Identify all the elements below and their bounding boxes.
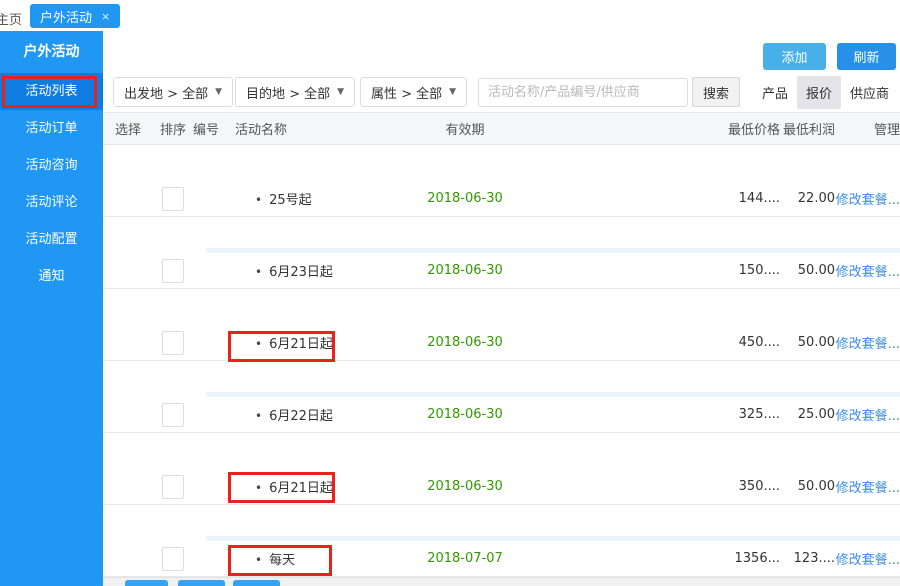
min-profit: 50.00 — [780, 335, 835, 350]
top-tab-bar: 主页 户外活动 × — [0, 0, 900, 31]
min-profit: 50.00 — [780, 263, 835, 278]
min-price: 350.... — [575, 479, 780, 494]
tab-supplier[interactable]: 供应商 — [841, 76, 898, 109]
edit-package-link[interactable]: 修改套餐... — [836, 481, 900, 496]
chevron-down-icon: ▼ — [215, 87, 222, 97]
table-row: • 25号起 2018-06-30 144.... 22.00 修改套餐... — [103, 181, 900, 217]
bullet-icon: • — [255, 409, 262, 423]
edit-package-link[interactable]: 修改套餐... — [836, 337, 900, 352]
valid-date: 2018-06-30 — [355, 479, 575, 494]
min-price: 1356... — [575, 551, 780, 566]
sort-input[interactable] — [162, 259, 184, 283]
bullet-icon: • — [255, 337, 262, 351]
edit-package-link[interactable]: 修改套餐... — [836, 193, 900, 208]
sort-input[interactable] — [162, 187, 184, 211]
bullet-icon: • — [255, 481, 262, 495]
package-name: 6月22日起 — [269, 409, 333, 424]
header-manage: 管理 — [835, 119, 900, 138]
min-profit: 25.00 — [780, 407, 835, 422]
bottom-bar — [103, 577, 900, 586]
valid-date: 2018-06-30 — [355, 191, 575, 206]
main-content: 添加 刷新 出发地 > 全部 ▼ 目的地 > 全部 ▼ 属性 > 全部 ▼ 搜索… — [103, 31, 900, 586]
chevron-down-icon: ▼ — [449, 87, 456, 97]
bullet-icon: • — [255, 553, 262, 567]
min-price: 150.... — [575, 263, 780, 278]
min-price: 450.... — [575, 335, 780, 350]
header-min-profit: 最低利润 — [780, 119, 835, 138]
edit-package-link[interactable]: 修改套餐... — [836, 409, 900, 424]
header-min-price: 最低价格 — [575, 119, 780, 138]
search-button[interactable]: 搜索 — [692, 77, 740, 107]
table-row: • 6月23日起 2018-06-30 150.... 50.00 修改套餐... — [103, 253, 900, 289]
sidebar-item-activity-list[interactable]: 活动列表 — [0, 73, 103, 110]
sort-input[interactable] — [162, 403, 184, 427]
header-code: 编号 — [193, 119, 235, 138]
tab-home[interactable]: 主页 — [0, 5, 32, 32]
table-row: • 每天 2018-07-07 1356... 123.... 修改套餐... — [103, 541, 900, 577]
edit-package-link[interactable]: 修改套餐... — [836, 265, 900, 280]
valid-date: 2018-06-30 — [355, 263, 575, 278]
tab-quote[interactable]: 报价 — [797, 76, 841, 109]
tab-outdoor-activity[interactable]: 户外活动 × — [30, 4, 120, 28]
partial-button[interactable] — [125, 580, 168, 586]
package-name: 6月23日起 — [269, 265, 333, 280]
bullet-icon: • — [255, 193, 262, 207]
sort-input[interactable] — [162, 475, 184, 499]
sidebar-item-activity-config[interactable]: 活动配置 — [0, 221, 103, 258]
chevron-down-icon: ▼ — [337, 87, 344, 97]
package-name: 每天 — [269, 553, 295, 568]
table-header: 选择 排序 编号 活动名称 有效期 最低价格 最低利润 管理 — [103, 112, 900, 145]
sidebar-item-activity-inquiry[interactable]: 活动咨询 — [0, 147, 103, 184]
min-profit: 123.... — [780, 551, 835, 566]
min-price: 144.... — [575, 191, 780, 206]
view-tabs: 产品 报价 供应商 — [753, 77, 898, 108]
filter-departure-label: 出发地 > 全部 — [124, 83, 208, 102]
valid-date: 2018-07-07 — [355, 551, 575, 566]
sort-input[interactable] — [162, 331, 184, 355]
table-row: • 6月21日起 2018-06-30 350.... 50.00 修改套餐... — [103, 469, 900, 505]
min-profit: 22.00 — [780, 191, 835, 206]
table-row: • 6月22日起 2018-06-30 325.... 25.00 修改套餐... — [103, 397, 900, 433]
partial-button[interactable] — [178, 580, 225, 586]
sidebar-item-activity-comments[interactable]: 活动评论 — [0, 184, 103, 221]
package-name: 6月21日起 — [269, 337, 333, 352]
filter-destination-dropdown[interactable]: 目的地 > 全部 ▼ — [235, 77, 355, 107]
tab-product[interactable]: 产品 — [753, 76, 797, 109]
sort-input[interactable] — [162, 547, 184, 571]
add-button[interactable]: 添加 — [763, 43, 826, 70]
table-body: 311... 25号起 2018-06-30 添加套餐 •25号起 2018-0… — [103, 145, 900, 577]
sidebar-item-notice[interactable]: 通知 — [0, 258, 103, 295]
filter-departure-dropdown[interactable]: 出发地 > 全部 ▼ — [113, 77, 233, 107]
search-input[interactable] — [478, 78, 688, 107]
valid-date: 2018-06-30 — [355, 407, 575, 422]
header-validity: 有效期 — [355, 119, 575, 138]
package-name: 6月21日起 — [269, 481, 333, 496]
header-name: 活动名称 — [235, 119, 355, 138]
sidebar: 户外活动 活动列表 活动订单 活动咨询 活动评论 活动配置 通知 — [0, 31, 103, 586]
sidebar-item-activity-orders[interactable]: 活动订单 — [0, 110, 103, 147]
filter-attribute-dropdown[interactable]: 属性 > 全部 ▼ — [360, 77, 467, 107]
table-row: • 6月21日起 2018-06-30 450.... 50.00 修改套餐... — [103, 325, 900, 361]
bullet-icon: • — [255, 265, 262, 279]
edit-package-link[interactable]: 修改套餐... — [836, 553, 900, 568]
refresh-button[interactable]: 刷新 — [837, 43, 896, 70]
tab-outdoor-activity-label: 户外活动 — [40, 7, 92, 26]
valid-date: 2018-06-30 — [355, 335, 575, 350]
header-select: 选择 — [103, 119, 153, 138]
filter-destination-label: 目的地 > 全部 — [246, 83, 330, 102]
header-sort: 排序 — [153, 119, 193, 138]
package-name: 25号起 — [269, 193, 312, 208]
sidebar-header: 户外活动 — [0, 31, 103, 73]
outdoor-activity-admin: 主页 户外活动 × 户外活动 活动列表 活动订单 活动咨询 活动评论 活动配置 … — [0, 0, 900, 586]
min-profit: 50.00 — [780, 479, 835, 494]
filter-attribute-label: 属性 > 全部 — [371, 83, 442, 102]
close-icon[interactable]: × — [101, 10, 110, 23]
partial-button[interactable] — [233, 580, 280, 586]
min-price: 325.... — [575, 407, 780, 422]
